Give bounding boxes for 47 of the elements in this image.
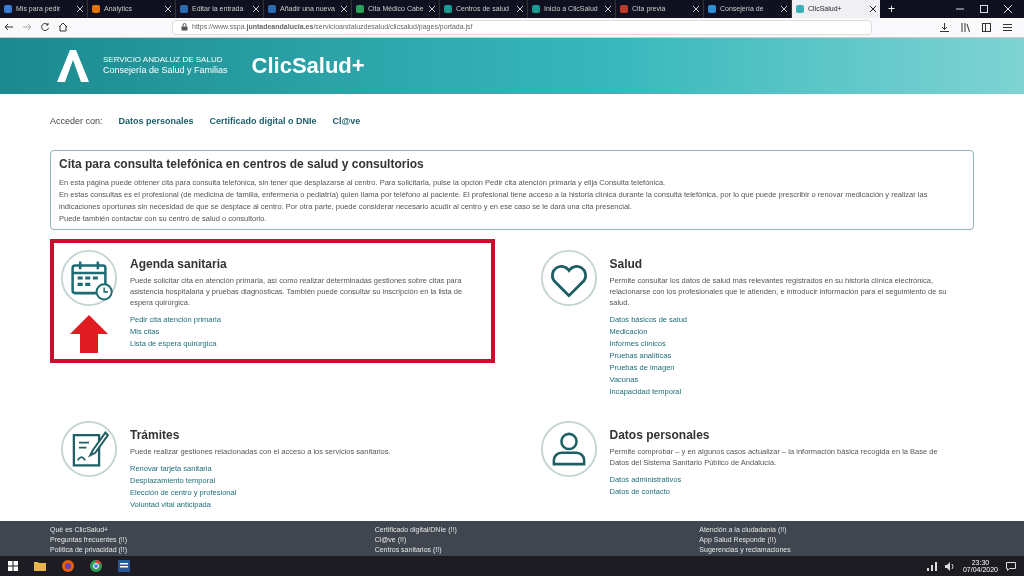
access-label: Acceder con: (50, 115, 103, 129)
new-tab-button[interactable]: + (880, 0, 903, 18)
service-title: Trámites (130, 426, 181, 444)
brand-title: ClicSalud+ (251, 52, 365, 81)
favicon-icon (444, 5, 452, 13)
favicon-icon (268, 5, 276, 13)
windows-icon[interactable] (8, 561, 18, 572)
folder-icon[interactable] (34, 561, 46, 572)
menu-icon[interactable] (1003, 22, 1012, 32)
favicon-icon (180, 5, 188, 13)
lock-icon (181, 23, 188, 32)
speaker-icon[interactable] (944, 561, 955, 571)
favicon-icon (708, 5, 716, 13)
download-icon[interactable] (940, 22, 949, 32)
close-window-icon[interactable] (1004, 5, 1012, 13)
service-title: Salud (609, 255, 644, 273)
favicon-icon (356, 5, 364, 13)
favicon-icon (532, 5, 540, 13)
login-option-link[interactable]: Datos personales (118, 115, 194, 129)
calendar-clock-icon (60, 248, 118, 307)
department-name: Consejería de Salud y Familias (103, 65, 228, 77)
favicon-icon (92, 5, 100, 13)
login-option-link[interactable]: Certificado digital o DNIe (209, 115, 317, 129)
network-icon[interactable] (926, 561, 937, 571)
login-option-link[interactable]: Cl@ve (332, 115, 361, 129)
service-title: Datos personales (609, 426, 711, 444)
logo-icon (55, 48, 91, 84)
library-icon[interactable] (961, 22, 970, 32)
sidebar-icon[interactable] (982, 22, 991, 32)
favicon-icon (796, 5, 804, 13)
favicon-icon (620, 5, 628, 13)
close-icon[interactable] (870, 6, 876, 12)
maximize-icon[interactable] (980, 5, 988, 13)
word-icon[interactable] (118, 560, 130, 573)
org-name: SERVICIO ANDALUZ DE SALUD (103, 55, 224, 66)
reload-icon[interactable] (40, 22, 50, 33)
back-icon[interactable] (4, 22, 14, 33)
home-icon[interactable] (58, 22, 68, 33)
favicon-icon (4, 5, 12, 13)
notifications-icon[interactable] (1006, 561, 1016, 571)
minimize-icon[interactable] (956, 5, 964, 13)
person-icon (539, 419, 598, 478)
firefox-icon[interactable] (62, 560, 74, 573)
service-title: Agenda sanitaria (130, 255, 228, 273)
document-pen-icon (60, 419, 118, 478)
notice-title: Cita para consulta telefónica en centros de salud y consultorios (59, 155, 425, 173)
chrome-icon[interactable] (90, 560, 102, 573)
